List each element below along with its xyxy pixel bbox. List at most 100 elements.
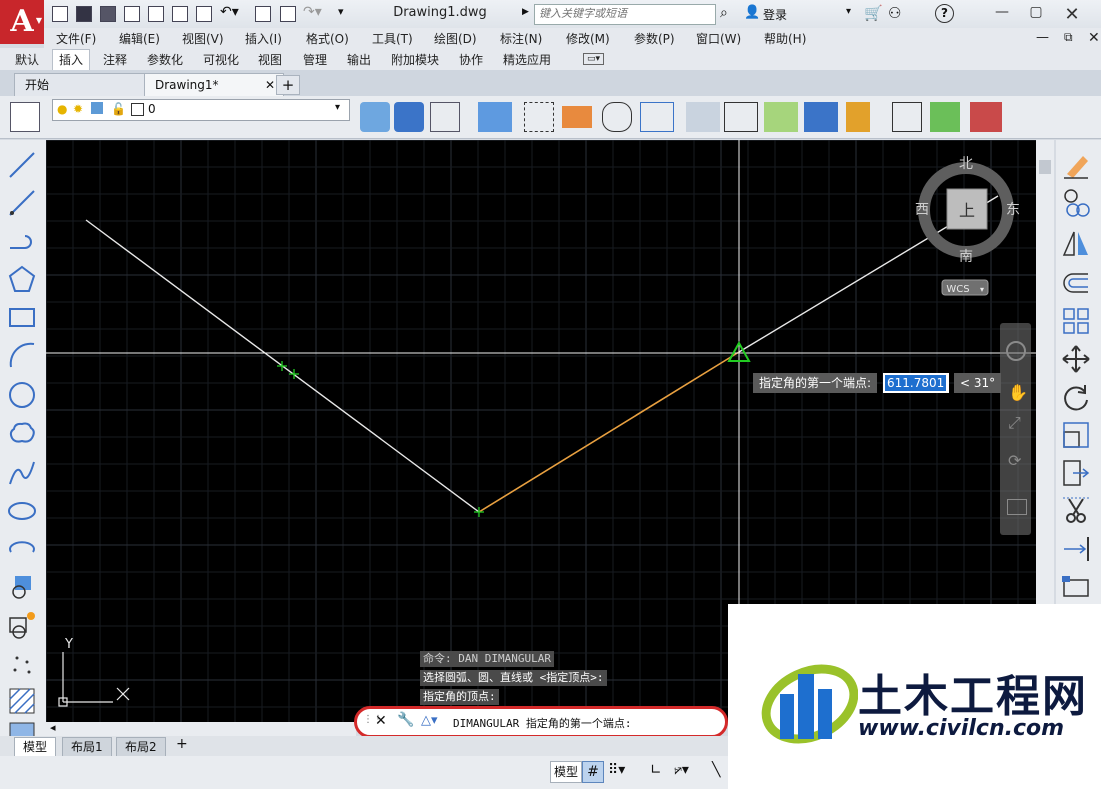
- draw-order-icon[interactable]: [478, 102, 512, 132]
- mirror-icon[interactable]: [1061, 228, 1091, 258]
- tab-addins[interactable]: 附加模块: [391, 51, 439, 68]
- ellipse-icon[interactable]: [7, 496, 37, 526]
- model-space-button[interactable]: 模型: [550, 761, 583, 783]
- application-menu-button[interactable]: A ▼: [0, 0, 44, 44]
- insert-block-icon[interactable]: [7, 572, 37, 602]
- maximize-icon[interactable]: ▢: [1026, 4, 1046, 20]
- login-button[interactable]: 登录: [763, 6, 787, 23]
- break-icon[interactable]: [1061, 572, 1091, 602]
- customize-chevron-icon[interactable]: ▾: [338, 5, 344, 18]
- move-icon[interactable]: [1061, 344, 1091, 374]
- command-line[interactable]: ⋮⋮ ✕ 🔧 △▾ DIMANGULAR 指定角的第一个端点:: [354, 706, 728, 738]
- menu-format[interactable]: 格式(O): [306, 30, 349, 47]
- purge-broom-icon[interactable]: [846, 102, 870, 132]
- menu-dimension[interactable]: 标注(N): [500, 30, 542, 47]
- tab-layout1[interactable]: 布局1: [62, 737, 112, 757]
- offset-icon[interactable]: [1061, 268, 1091, 298]
- isodraft-icon[interactable]: ╲: [712, 762, 720, 778]
- zoom-extents-icon[interactable]: ⤢: [1008, 413, 1021, 433]
- refresh-icon[interactable]: [764, 102, 798, 132]
- layer-make-current-icon[interactable]: [360, 102, 390, 132]
- polygon-icon[interactable]: [7, 264, 37, 294]
- data-extraction-icon[interactable]: [804, 102, 838, 132]
- tab-model[interactable]: 模型: [14, 737, 57, 757]
- print-icon[interactable]: [172, 6, 188, 22]
- tab-start[interactable]: 开始: [14, 73, 152, 96]
- menu-parametric[interactable]: 参数(P): [634, 30, 675, 47]
- steering-wheel-icon[interactable]: [1006, 341, 1026, 361]
- polar-tracking-icon[interactable]: ⦬▾: [674, 762, 689, 778]
- compass-east[interactable]: 东: [1006, 202, 1020, 218]
- export-icon[interactable]: [148, 6, 164, 22]
- menu-modify[interactable]: 修改(M): [566, 30, 610, 47]
- dynamic-input-distance-field[interactable]: 611.7801: [883, 373, 949, 393]
- scroll-thumb[interactable]: [1039, 160, 1051, 174]
- ellipse-arc-icon[interactable]: [7, 534, 37, 564]
- array-tool-icon[interactable]: [1061, 306, 1091, 336]
- viewcube[interactable]: 上 北 南 西 东 WCS ▾: [915, 156, 1020, 296]
- pan-icon[interactable]: ✋: [1008, 383, 1028, 402]
- tab-default[interactable]: 默认: [15, 51, 39, 68]
- search-input[interactable]: [535, 5, 713, 22]
- point-icon[interactable]: [7, 648, 37, 678]
- menu-window[interactable]: 窗口(W): [696, 30, 741, 47]
- showmotion-icon[interactable]: [1007, 499, 1027, 515]
- layer-dropdown[interactable]: ● ✹ 🔓 0 ▾: [52, 99, 350, 121]
- a360-icon[interactable]: ⚇: [888, 4, 901, 22]
- clipboard-icon[interactable]: [280, 6, 296, 22]
- tab-parametric[interactable]: 参数化: [147, 51, 183, 68]
- snap-mode-icon[interactable]: ⠿▾: [608, 762, 625, 778]
- menu-edit[interactable]: 编辑(E): [119, 30, 160, 47]
- scale-icon[interactable]: [1061, 420, 1091, 450]
- search-box[interactable]: [534, 4, 716, 25]
- menu-help[interactable]: 帮助(H): [764, 30, 806, 47]
- extend-icon[interactable]: [1061, 534, 1091, 564]
- copy-icon[interactable]: [1061, 188, 1091, 218]
- hatch-tool-icon[interactable]: [7, 686, 37, 716]
- tab-visualize[interactable]: 可视化: [203, 51, 239, 68]
- erase-icon[interactable]: [1061, 150, 1091, 180]
- window-icon[interactable]: [196, 6, 212, 22]
- menu-view[interactable]: 视图(V): [182, 30, 224, 47]
- doc-minimize-icon[interactable]: —: [1036, 30, 1049, 45]
- polyline-icon[interactable]: [7, 226, 37, 256]
- spline-tool-icon[interactable]: [7, 458, 37, 488]
- help-icon[interactable]: ?: [935, 4, 954, 23]
- spline-icon[interactable]: [602, 102, 632, 132]
- tab-drawing1[interactable]: Drawing1* ✕: [144, 73, 284, 96]
- hatch-icon[interactable]: [524, 102, 554, 132]
- doc-restore-icon[interactable]: ⧉: [1064, 30, 1073, 45]
- horizontal-scrollbar[interactable]: ◂: [46, 721, 356, 736]
- upload-icon[interactable]: [124, 6, 140, 22]
- tab-output[interactable]: 输出: [347, 51, 371, 68]
- login-chevron-icon[interactable]: ▾: [846, 6, 851, 17]
- tab-collaborate[interactable]: 协作: [459, 51, 483, 68]
- array-icon[interactable]: [640, 102, 674, 132]
- line-icon[interactable]: [7, 150, 37, 180]
- layer-match-icon[interactable]: [430, 102, 460, 132]
- tab-close-icon[interactable]: ✕: [265, 74, 275, 96]
- tab-annotate[interactable]: 注释: [103, 51, 127, 68]
- ray-icon[interactable]: [7, 188, 37, 218]
- circle-icon[interactable]: [7, 380, 37, 410]
- tab-insert[interactable]: 插入: [52, 49, 91, 70]
- menu-file[interactable]: 文件(F): [56, 30, 96, 47]
- stretch-icon[interactable]: [1061, 458, 1091, 488]
- rotate-icon[interactable]: [1061, 382, 1091, 412]
- revision-cloud-icon[interactable]: [7, 418, 37, 448]
- menu-insert[interactable]: 插入(I): [245, 30, 282, 47]
- open-icon[interactable]: [52, 6, 68, 22]
- customize-wrench-icon[interactable]: 🔧: [397, 712, 414, 728]
- arc-icon[interactable]: [7, 340, 37, 370]
- user-icon[interactable]: 👤: [744, 5, 760, 20]
- save-icon[interactable]: [76, 6, 92, 22]
- layer-previous-icon[interactable]: [394, 102, 424, 132]
- create-block-icon[interactable]: [7, 610, 37, 640]
- recent-commands-icon[interactable]: △▾: [421, 713, 438, 728]
- pencil-icon[interactable]: [562, 106, 592, 128]
- layer-translator-icon[interactable]: [970, 102, 1002, 132]
- grid-display-icon[interactable]: #: [582, 761, 604, 783]
- save-as-icon[interactable]: [100, 6, 116, 22]
- doc-close-icon[interactable]: ✕: [1088, 30, 1100, 46]
- match-properties-icon[interactable]: [255, 6, 271, 22]
